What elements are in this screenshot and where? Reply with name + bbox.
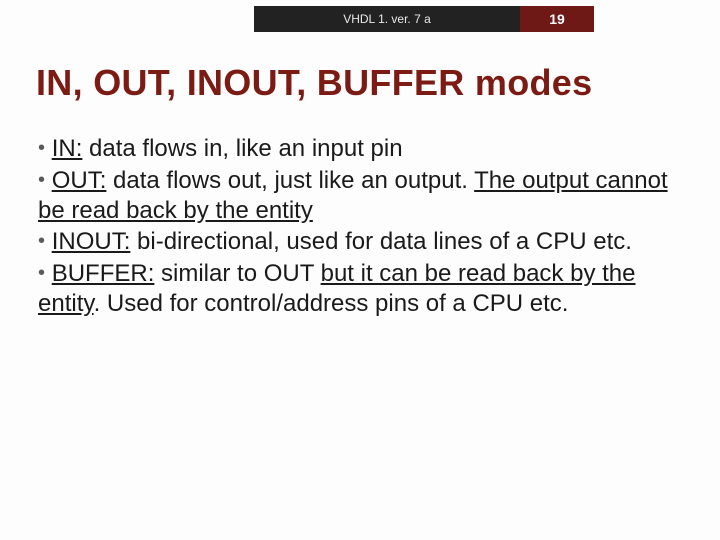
bullet-text: data flows out, just like an output. <box>106 167 474 194</box>
bullet-out: • OUT: data flows out, just like an outp… <box>36 166 675 226</box>
bullet-dot-icon: • <box>38 137 45 159</box>
bullet-text: bi-directional, used for data lines of a… <box>130 228 632 255</box>
bullet-dot-icon: • <box>38 230 45 252</box>
header-label: VHDL 1. ver. 7 a <box>254 12 520 26</box>
slide-title: IN, OUT, INOUT, BUFFER modes <box>36 62 690 104</box>
header-bar: VHDL 1. ver. 7 a 19 <box>254 6 594 32</box>
slide: VHDL 1. ver. 7 a 19 IN, OUT, INOUT, BUFF… <box>0 0 720 540</box>
bullet-inout: • INOUT: bi-directional, used for data l… <box>36 227 675 257</box>
bullet-text: . Used for control/address pins of a CPU… <box>94 290 569 317</box>
slide-body: • IN: data flows in, like an input pin •… <box>36 134 675 321</box>
bullet-term: BUFFER: <box>52 260 155 287</box>
bullet-dot-icon: • <box>38 262 45 284</box>
bullet-text: data flows in, like an input pin <box>82 135 402 162</box>
bullet-buffer: • BUFFER: similar to OUT but it can be r… <box>36 259 675 319</box>
bullet-term: IN: <box>52 135 83 162</box>
bullet-dot-icon: • <box>38 169 45 191</box>
bullet-in: • IN: data flows in, like an input pin <box>36 134 675 164</box>
page-number: 19 <box>520 6 594 32</box>
bullet-term: OUT: <box>52 167 107 194</box>
bullet-term: INOUT: <box>52 228 131 255</box>
bullet-text: similar to OUT <box>154 260 320 287</box>
